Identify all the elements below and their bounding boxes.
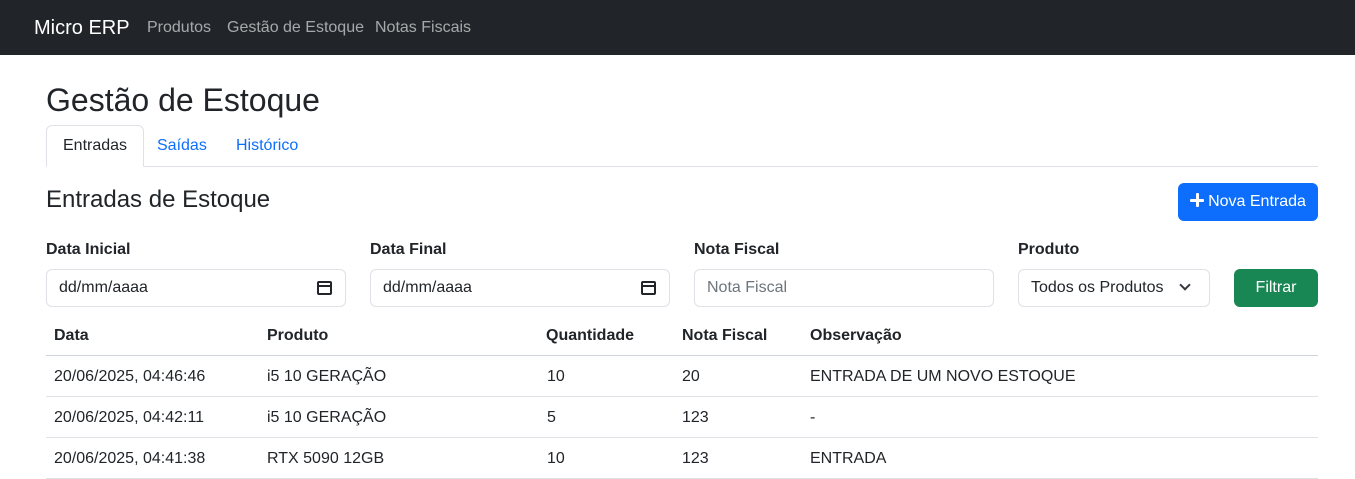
column-header-produto: Produto [267, 327, 329, 344]
start-date-input[interactable]: dd/mm/aaaa [46, 269, 346, 307]
invoice-placeholder: Nota Fiscal [707, 279, 788, 296]
cell-data: 20/06/2025, 04:46:46 [54, 368, 206, 385]
cell-observacao: ENTRADA [810, 450, 887, 467]
tab-historico[interactable]: Histórico [220, 125, 314, 167]
cell-data: 20/06/2025, 04:42:11 [54, 409, 205, 426]
new-entry-label: Nova Entrada [1208, 193, 1306, 210]
calendar-icon[interactable] [317, 281, 332, 295]
section-title: Entradas de Estoque [46, 186, 271, 213]
cell-produto: i5 10 GERAÇÃO [267, 409, 387, 426]
start-date-value: dd/mm/aaaa [59, 279, 148, 296]
new-entry-button[interactable]: Nova Entrada [1178, 183, 1318, 221]
product-select[interactable]: Todos os Produtos [1018, 269, 1210, 307]
page-title: Gestão de Estoque [46, 82, 320, 118]
cell-nota-fiscal: 20 [682, 368, 700, 385]
cell-data: 20/06/2025, 04:41:38 [54, 450, 206, 467]
cell-nota-fiscal: 123 [682, 450, 709, 467]
end-date-label: Data Final [370, 241, 447, 258]
column-header-observacao: Observação [810, 327, 902, 344]
plus-icon [1190, 193, 1205, 207]
tab-saidas[interactable]: Saídas [141, 125, 223, 167]
cell-nota-fiscal: 123 [682, 409, 709, 426]
tab-entradas[interactable]: Entradas [46, 125, 145, 167]
column-header-data: Data [54, 327, 89, 344]
product-select-value: Todos os Produtos [1031, 279, 1164, 296]
invoice-label: Nota Fiscal [694, 241, 780, 258]
product-label: Produto [1018, 241, 1080, 258]
navbar: Micro ERP Produtos Gestão de Estoque Not… [0, 0, 1355, 55]
cell-quantidade: 5 [547, 409, 556, 426]
row-divider [46, 396, 1318, 397]
nav-link-notas-fiscais[interactable]: Notas Fiscais [375, 17, 471, 39]
cell-observacao: ENTRADA DE UM NOVO ESTOQUE [810, 368, 1076, 385]
column-header-nota-fiscal: Nota Fiscal [682, 327, 768, 344]
cell-produto: RTX 5090 12GB [267, 450, 385, 467]
cell-observacao: - [810, 409, 816, 426]
chevron-down-icon [1179, 279, 1191, 291]
invoice-input[interactable]: Nota Fiscal [694, 269, 994, 307]
navbar-brand[interactable]: Micro ERP [34, 15, 130, 41]
end-date-value: dd/mm/aaaa [383, 279, 472, 296]
column-header-quantidade: Quantidade [546, 327, 635, 344]
row-divider [46, 437, 1318, 438]
nav-link-gestao-estoque[interactable]: Gestão de Estoque [227, 17, 364, 39]
end-date-input[interactable]: dd/mm/aaaa [370, 269, 670, 307]
start-date-label: Data Inicial [46, 241, 131, 258]
calendar-icon[interactable] [641, 281, 656, 295]
filter-button[interactable]: Filtrar [1234, 269, 1318, 307]
cell-produto: i5 10 GERAÇÃO [267, 368, 387, 385]
table-header-divider [46, 355, 1318, 356]
cell-quantidade: 10 [547, 368, 565, 385]
nav-link-produtos[interactable]: Produtos [147, 17, 211, 39]
cell-quantidade: 10 [547, 450, 565, 467]
